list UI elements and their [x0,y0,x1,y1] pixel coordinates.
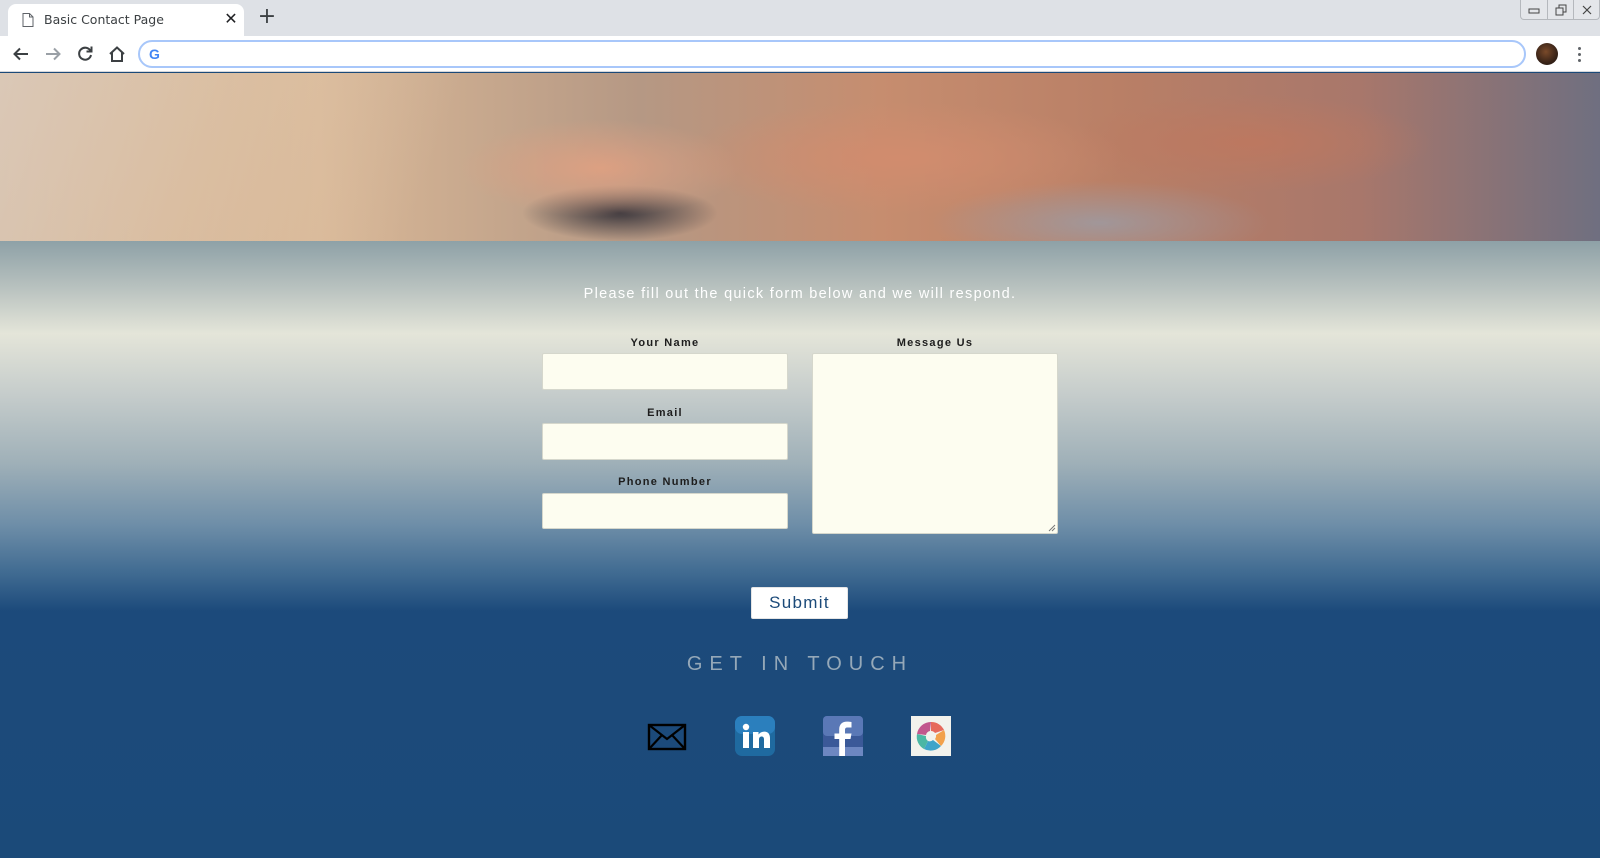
submit-button[interactable]: Submit [751,587,848,619]
email-label: Email [647,407,683,419]
back-arrow-icon [13,47,28,61]
address-bar[interactable]: G [138,40,1526,68]
restore-icon [1555,4,1566,15]
window-controls [1520,0,1600,20]
phone-input[interactable] [542,493,788,529]
tab-title: Basic Contact Page [44,12,164,27]
browser-toolbar: G [0,36,1600,72]
email-icon[interactable] [647,716,687,756]
minimize-button[interactable] [1521,0,1547,19]
intro-text: Please fill out the quick form below and… [583,286,1017,302]
back-button[interactable] [9,42,33,66]
browser-titlebar: Basic Contact Page ✕ + [0,0,1600,36]
linkedin-icon[interactable] [735,716,775,756]
address-input[interactable] [170,45,1510,63]
name-label: Your Name [630,337,700,349]
sourceforge-icon[interactable] [911,716,951,756]
forward-arrow-icon [46,47,61,61]
facebook-icon[interactable] [823,716,863,756]
message-label: Message Us [896,337,974,349]
email-input[interactable] [542,423,788,460]
forward-button[interactable] [41,42,65,66]
minimize-icon [1528,8,1540,13]
resize-grip-icon[interactable] [1048,524,1056,532]
reload-icon [78,46,93,61]
page-icon [22,13,34,27]
profile-avatar[interactable] [1536,43,1558,65]
browser-menu-button[interactable] [1570,43,1588,65]
hero-laptop-edge [0,73,520,241]
get-in-touch-heading: GET IN TOUCH [686,653,914,675]
close-window-button[interactable] [1573,0,1599,19]
google-icon: G [149,46,160,62]
reload-button[interactable] [73,42,97,66]
home-button[interactable] [105,42,129,66]
contact-section: Please fill out the quick form below and… [0,241,1600,858]
name-input[interactable] [542,353,788,390]
message-textarea[interactable] [812,353,1058,534]
page-viewport: Please fill out the quick form below and… [0,73,1600,858]
new-tab-button[interactable]: + [256,6,278,29]
tab-close-icon[interactable]: ✕ [222,10,240,28]
home-icon [109,46,125,62]
hero-image-typing-hands [0,73,1600,241]
restore-button[interactable] [1547,0,1573,19]
phone-label: Phone Number [618,476,712,488]
browser-tab[interactable]: Basic Contact Page ✕ [8,4,244,36]
close-icon [1582,5,1591,14]
